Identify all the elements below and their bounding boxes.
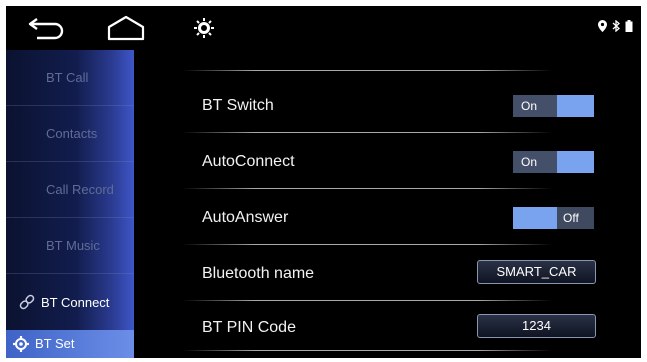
location-icon: [598, 20, 607, 32]
sun-gear-icon: [194, 18, 214, 38]
settings-list: BT Switch On AutoConnect On AutoAnswer O…: [134, 50, 641, 358]
gear-icon: [12, 335, 30, 353]
sidebar-item-contacts[interactable]: Contacts: [6, 106, 134, 162]
bt-settings-screen: BT Call Contacts Call Record BT Music BT…: [6, 6, 641, 358]
setting-row-bt-switch: BT Switch On: [134, 78, 641, 134]
toggle-state: On: [513, 95, 557, 117]
setting-label: BT Switch: [202, 97, 274, 114]
setting-label: AutoConnect: [202, 153, 295, 170]
sidebar-item-bt-connect[interactable]: BT Connect: [6, 274, 134, 330]
setting-row-auto-answer: AutoAnswer Off: [134, 190, 641, 246]
toggle-state: On: [513, 151, 557, 173]
battery-icon: [625, 20, 633, 32]
toggle-fill: [557, 151, 594, 173]
auto-answer-toggle[interactable]: Off: [513, 207, 594, 229]
sidebar-item-bt-set[interactable]: BT Set: [6, 330, 134, 358]
sidebar-item-bt-music[interactable]: BT Music: [6, 218, 134, 274]
divider: [182, 188, 552, 189]
toggle-state: Off: [557, 207, 594, 229]
sidebar-item-label: BT Call: [46, 70, 89, 85]
divider: [182, 244, 552, 245]
home-button[interactable]: [106, 12, 146, 44]
divider: [182, 132, 552, 133]
sidebar: BT Call Contacts Call Record BT Music BT…: [6, 50, 134, 358]
sidebar-item-label: BT Set: [35, 336, 75, 351]
bluetooth-name-field[interactable]: SMART_CAR: [477, 260, 596, 284]
sidebar-item-label: BT Music: [46, 238, 100, 253]
home-icon: [107, 15, 145, 41]
auto-connect-toggle[interactable]: On: [513, 151, 594, 173]
divider: [182, 350, 552, 351]
bt-pin-code-field[interactable]: 1234: [477, 314, 596, 338]
link-icon: [18, 293, 36, 311]
divider: [182, 70, 552, 71]
setting-label: BT PIN Code: [202, 319, 296, 336]
bluetooth-icon: [612, 20, 620, 32]
toggle-fill: [513, 207, 557, 229]
sidebar-item-bt-call[interactable]: BT Call: [6, 50, 134, 106]
back-button[interactable]: [26, 12, 66, 44]
setting-row-bluetooth-name: Bluetooth name SMART_CAR: [134, 246, 641, 302]
bt-switch-toggle[interactable]: On: [513, 95, 594, 117]
sidebar-item-label: Contacts: [46, 126, 98, 141]
setting-label: AutoAnswer: [202, 209, 289, 226]
top-bar: [6, 6, 641, 50]
sidebar-item-label: Call Record: [46, 182, 114, 197]
toggle-fill: [557, 95, 594, 117]
back-arrow-icon: [28, 18, 64, 40]
sidebar-item-label: BT Connect: [41, 294, 110, 310]
setting-label: Bluetooth name: [202, 265, 315, 282]
sidebar-item-call-record[interactable]: Call Record: [6, 162, 134, 218]
setting-row-bt-pin-code: BT PIN Code 1234: [134, 300, 641, 356]
setting-row-auto-connect: AutoConnect On: [134, 134, 641, 190]
status-bar: [598, 20, 633, 32]
